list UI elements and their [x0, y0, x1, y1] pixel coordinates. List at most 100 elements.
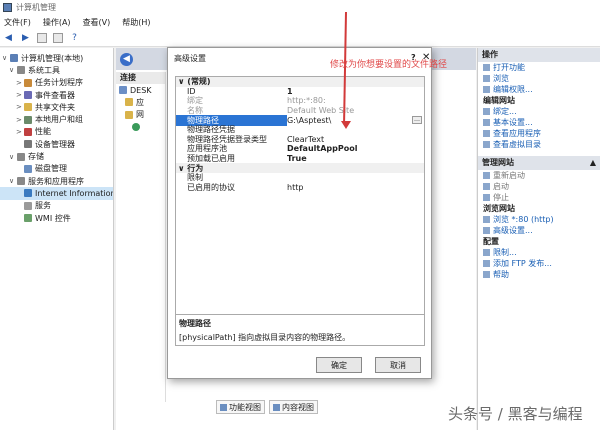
action-item[interactable]: 浏览 *:80 (http) — [478, 214, 600, 225]
tree-item[interactable]: 设备管理器 — [0, 138, 113, 150]
action-label: 浏览 — [493, 74, 509, 83]
action-item[interactable]: 基本设置... — [478, 117, 600, 128]
expand-arrow-icon[interactable]: ∨ — [9, 153, 17, 161]
iis-back-icon[interactable]: ◀ — [120, 52, 133, 66]
tab-content-view[interactable]: 内容视图 — [269, 400, 318, 414]
tree-item-label: 磁盘管理 — [35, 164, 67, 174]
computer-management-icon — [3, 3, 12, 12]
tree-item-label: 服务和应用程序 — [28, 176, 84, 186]
action-label: 基本设置... — [493, 118, 533, 127]
property-value: http:*:80: — [287, 96, 326, 106]
folder-icon — [125, 110, 133, 119]
action-item[interactable]: 编辑权限... — [478, 84, 600, 95]
action-label: 绑定... — [493, 107, 517, 116]
tab-features-view[interactable]: 功能视图 — [216, 400, 265, 414]
tree-node-icon — [24, 78, 32, 87]
expand-arrow-icon[interactable]: ∨ — [2, 54, 10, 62]
tree-item[interactable]: ∨ 服务和应用程序 — [0, 175, 113, 187]
action-icon — [483, 216, 490, 223]
property-row[interactable]: 已启用的协议 http — [176, 183, 424, 193]
property-value[interactable]: G:\Asptest\ — [287, 116, 424, 125]
property-category[interactable]: ∨ (常规) — [176, 77, 424, 87]
tree-item[interactable]: > 事件查看器 — [0, 89, 113, 101]
action-label: 重新启动 — [493, 171, 525, 180]
connection-item[interactable]: 网 — [116, 109, 165, 121]
expand-arrow-icon[interactable]: > — [16, 116, 24, 124]
action-item[interactable]: 启动 — [478, 181, 600, 192]
tree-node-icon — [17, 177, 25, 186]
expand-arrow-icon[interactable]: > — [16, 128, 24, 136]
navigation-tree: ∨ 计算机管理(本地) ∨ 系统工具 > 任务计划程序 > 事件查看器 > 共享文件夹 > 本地用户和… — [0, 48, 114, 430]
browse-path-button[interactable]: … — [412, 116, 422, 125]
action-item[interactable]: 高级设置... — [478, 225, 600, 236]
action-label: 浏览 *:80 (http) — [493, 215, 554, 224]
connections-panel: 连接 DESK 应 网 — [116, 72, 166, 402]
tree-item[interactable]: > 本地用户和组 — [0, 113, 113, 125]
connection-item[interactable]: 应 — [116, 96, 165, 108]
tree-item[interactable]: 磁盘管理 — [0, 163, 113, 175]
title-bar: 计算机管理 — [0, 0, 600, 15]
connection-item[interactable] — [116, 121, 165, 133]
expand-arrow-icon[interactable]: > — [16, 91, 24, 99]
property-value: ClearText — [287, 134, 325, 144]
tree-item[interactable]: 服务 — [0, 200, 113, 212]
properties-icon[interactable] — [53, 32, 63, 43]
menu-file[interactable]: 文件(F) — [4, 17, 31, 28]
category-toggle-icon[interactable]: ∨ — [178, 77, 187, 86]
tree-node-icon — [17, 152, 25, 161]
property-value: DefaultAppPool — [287, 144, 358, 154]
show-tree-icon[interactable] — [37, 32, 47, 43]
tree-node-icon — [10, 54, 18, 63]
expand-arrow-icon[interactable]: > — [16, 79, 24, 87]
action-label: 配置 — [483, 237, 499, 246]
expand-arrow-icon[interactable]: ∨ — [9, 66, 17, 74]
expand-arrow-icon[interactable]: > — [16, 103, 24, 111]
collapse-icon[interactable]: ▲ — [590, 156, 596, 170]
property-name-text: (常规) — [187, 77, 211, 87]
action-item[interactable]: 添加 FTP 发布... — [478, 258, 600, 269]
ok-button[interactable]: 确定 — [316, 357, 362, 373]
description-title: 物理路径 — [179, 319, 211, 328]
expand-arrow-icon[interactable]: ∨ — [9, 177, 17, 185]
menu-help[interactable]: 帮助(H) — [122, 17, 150, 28]
annotation-text: 修改为你想要设置的文件路径 — [330, 60, 448, 70]
menu-bar: 文件(F) 操作(A) 查看(V) 帮助(H) — [0, 15, 600, 29]
action-label: 添加 FTP 发布... — [493, 259, 552, 268]
menu-action[interactable]: 操作(A) — [43, 17, 71, 28]
tree-item[interactable]: Internet Information S — [0, 187, 113, 200]
tree-item[interactable]: ∨ 系统工具 — [0, 64, 113, 76]
manage-site-header: 管理网站 ▲ — [478, 156, 600, 170]
tree-item[interactable]: > 性能 — [0, 126, 113, 138]
action-label: 编辑权限... — [493, 85, 533, 94]
tree-item-label: 本地用户和组 — [35, 115, 83, 125]
help-icon[interactable]: ? — [69, 32, 80, 43]
cancel-button[interactable]: 取消 — [375, 357, 421, 373]
folder-icon — [125, 98, 133, 107]
tree-item[interactable]: > 共享文件夹 — [0, 101, 113, 113]
tree-item[interactable]: > 任务计划程序 — [0, 77, 113, 89]
action-item[interactable]: 绑定... — [478, 106, 600, 117]
action-label: 查看应用程序 — [493, 129, 541, 138]
menu-view[interactable]: 查看(V) — [83, 17, 111, 28]
tree-item-label: 设备管理器 — [35, 139, 75, 149]
action-item[interactable]: 停止 — [478, 192, 600, 203]
forward-arrow-icon[interactable]: ▶ — [20, 32, 31, 43]
action-icon — [483, 172, 490, 179]
tree-item[interactable]: WMI 控件 — [0, 212, 113, 224]
action-item[interactable]: 浏览 — [478, 73, 600, 84]
action-item: 浏览网站 — [478, 203, 600, 214]
action-icon — [483, 86, 490, 93]
connection-item[interactable]: DESK — [116, 84, 165, 96]
property-value: 1 — [287, 86, 293, 96]
back-arrow-icon[interactable]: ◀ — [3, 32, 14, 43]
action-item[interactable]: 限制... — [478, 247, 600, 258]
tree-item[interactable]: ∨ 存储 — [0, 150, 113, 162]
tree-node-icon — [24, 127, 32, 136]
action-item[interactable]: 重新启动 — [478, 170, 600, 181]
action-item[interactable]: 打开功能 — [478, 62, 600, 73]
action-item[interactable]: 查看虚拟目录 — [478, 139, 600, 150]
action-item[interactable]: 帮助 — [478, 269, 600, 280]
tree-item[interactable]: ∨ 计算机管理(本地) — [0, 52, 113, 64]
action-icon — [483, 119, 490, 126]
action-item[interactable]: 查看应用程序 — [478, 128, 600, 139]
